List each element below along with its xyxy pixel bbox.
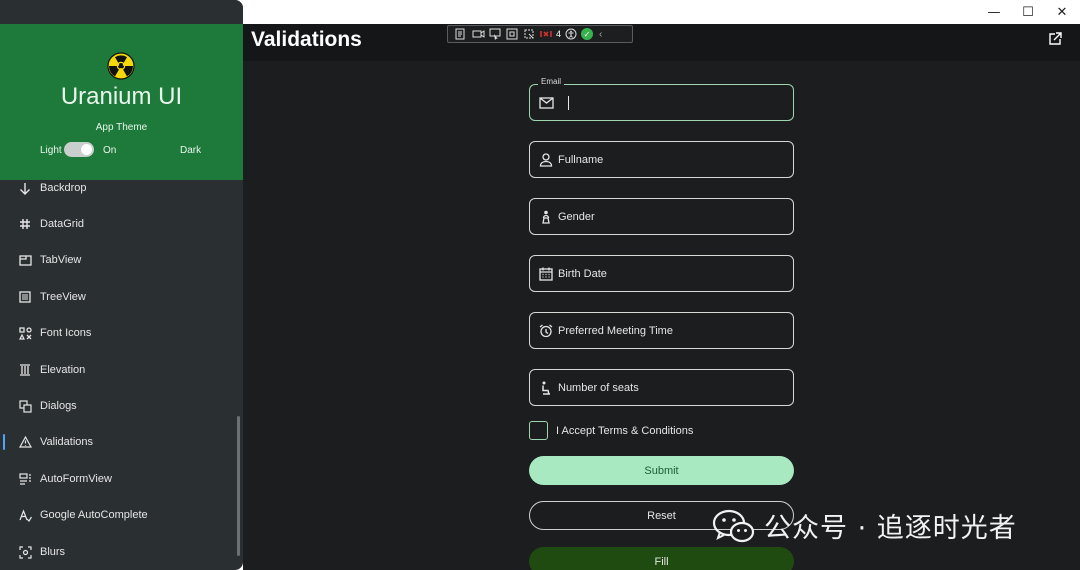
autocomplete-icon — [18, 508, 32, 522]
sidebar-item-label: Blurs — [40, 546, 66, 558]
text-caret — [568, 95, 569, 110]
light-label: Light — [40, 145, 62, 156]
binding-error-count: 4 — [556, 29, 562, 39]
sidebar-item-label: Validations — [40, 436, 93, 448]
seat-icon — [538, 380, 554, 396]
theme-switch-row: Light On Dark — [40, 142, 220, 158]
fullname-label: Fullname — [558, 153, 604, 166]
live-tree-icon[interactable] — [454, 28, 468, 40]
dialogs-icon — [18, 399, 32, 413]
page-header: Validations 4 ✓ ‹ — [243, 24, 1080, 61]
main-content: Validations 4 ✓ ‹ Email Fullname Gender … — [243, 24, 1080, 570]
maximize-button[interactable]: ☐ — [1010, 0, 1046, 24]
sidebar-item-label: TabView — [40, 254, 82, 266]
sidebar-item-label: Google AutoComplete — [40, 509, 148, 521]
blur-icon — [18, 545, 32, 559]
sidebar-item-backdrop[interactable]: Backdrop — [0, 170, 236, 206]
pillars-icon — [18, 363, 32, 377]
page-title: Validations — [251, 28, 362, 51]
app-name: Uranium UI — [60, 83, 183, 110]
sidebar-item-label: Font Icons — [40, 327, 92, 339]
xaml-debug-toolbar: 4 ✓ ‹ — [447, 25, 633, 43]
sidebar-top-strip — [0, 0, 243, 24]
seats-label: Number of seats — [558, 381, 639, 394]
sidebar-item-validations[interactable]: Validations — [0, 424, 236, 460]
sidebar-item-datagrid[interactable]: DataGrid — [0, 206, 236, 242]
fullname-field[interactable]: Fullname — [529, 141, 794, 178]
collapse-chevron-icon[interactable]: ‹ — [599, 29, 602, 40]
tab-icon — [18, 253, 32, 267]
sidebar-item-tabview[interactable]: TabView — [0, 242, 236, 278]
email-legend: Email — [538, 77, 565, 86]
toggle-knob — [81, 144, 92, 155]
submit-button[interactable]: Submit — [529, 456, 794, 485]
sidebar-item-elevation[interactable]: Elevation — [0, 352, 236, 388]
select-element-icon[interactable] — [488, 28, 502, 40]
sidebar-item-label: Backdrop — [40, 182, 87, 194]
sidebar-item-autoformview[interactable]: AutoFormView — [0, 461, 236, 497]
window-titlebar: — ☐ ✕ — [243, 0, 1080, 24]
wechat-watermark: 公众号 · 追逐时光者 — [712, 506, 1017, 545]
watermark-text: 公众号 · 追逐时光者 — [764, 513, 1017, 544]
birth-date-field[interactable]: Birth Date — [529, 255, 794, 292]
grid-hash-icon — [18, 217, 32, 231]
sidebar-item-label: Elevation — [40, 364, 86, 376]
checkmark-icon[interactable]: ✓ — [581, 28, 594, 40]
sidebar-item-label: AutoFormView — [40, 473, 112, 485]
open-external-icon[interactable] — [1048, 32, 1062, 46]
birth-date-label: Birth Date — [558, 267, 607, 280]
alarm-clock-icon — [538, 323, 554, 339]
seats-field[interactable]: Number of seats — [529, 369, 794, 406]
sidebar-item-label: TreeView — [40, 291, 86, 303]
arrow-down-icon — [18, 181, 32, 195]
terms-label[interactable]: I Accept Terms & Conditions — [556, 425, 693, 437]
sidebar-item-treeview[interactable]: TreeView — [0, 279, 236, 315]
radiation-logo-icon — [107, 52, 135, 80]
close-button[interactable]: ✕ — [1044, 0, 1080, 24]
sidebar-item-dialogs[interactable]: Dialogs — [0, 388, 236, 424]
email-field[interactable]: Email — [529, 77, 794, 121]
meeting-time-field[interactable]: Preferred Meeting Time — [529, 312, 794, 349]
track-focus-icon[interactable] — [522, 28, 536, 40]
warning-triangle-icon — [18, 435, 32, 449]
person-icon — [538, 152, 554, 168]
layout-adorner-icon[interactable] — [505, 28, 519, 40]
gender-icon — [538, 209, 554, 225]
app-theme-label: App Theme — [95, 122, 148, 133]
sidebar-scrollbar[interactable] — [237, 416, 240, 556]
terms-checkbox[interactable] — [529, 421, 548, 440]
theme-toggle[interactable] — [64, 142, 94, 157]
accessibility-icon[interactable] — [564, 28, 578, 40]
gender-field[interactable]: Gender — [529, 198, 794, 235]
sidebar: Uranium UI App Theme Light On Dark Backd… — [0, 0, 243, 570]
calendar-icon — [538, 266, 554, 282]
minimize-button[interactable]: — — [976, 0, 1012, 24]
sidebar-item-google-autocomplete[interactable]: Google AutoComplete — [0, 497, 236, 533]
tree-list-icon — [18, 290, 32, 304]
gender-label: Gender — [558, 210, 595, 223]
meeting-time-label: Preferred Meeting Time — [558, 324, 673, 337]
binding-errors-icon[interactable] — [539, 28, 553, 40]
form-icon — [18, 472, 32, 486]
fill-button[interactable]: Fill — [529, 547, 794, 570]
sidebar-item-blurs[interactable]: Blurs — [0, 534, 236, 570]
video-icon[interactable] — [471, 28, 485, 40]
sidebar-item-label: DataGrid — [40, 218, 85, 230]
selection-indicator — [3, 434, 5, 450]
sidebar-item-font-icons[interactable]: Font Icons — [0, 315, 236, 351]
font-icons-icon — [18, 326, 32, 340]
toggle-state-label: On — [103, 145, 117, 156]
wechat-logo-icon — [712, 507, 756, 545]
sidebar-item-label: Dialogs — [40, 400, 77, 412]
terms-row: I Accept Terms & Conditions — [529, 421, 693, 440]
mail-icon — [538, 95, 554, 111]
dark-label: Dark — [180, 145, 202, 156]
